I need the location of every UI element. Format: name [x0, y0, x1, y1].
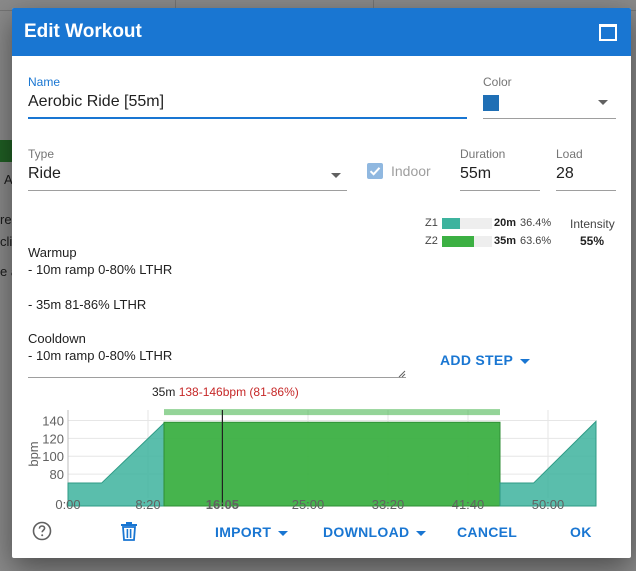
zone-name: Z1	[425, 217, 438, 229]
indoor-checkbox[interactable]	[367, 163, 383, 179]
trash-icon[interactable]	[120, 521, 138, 541]
edit-workout-dialog: Edit Workout Name Aerobic Ride [55m] Col…	[12, 8, 631, 558]
checkmark-icon	[369, 167, 381, 176]
y-tick-label: 120	[42, 431, 64, 446]
dialog-title: Edit Workout	[24, 21, 142, 42]
zone-duration: 35m	[494, 235, 517, 247]
workout-line: Warmup	[28, 245, 77, 260]
x-tick-label: 25:00	[292, 497, 325, 510]
name-underline	[28, 117, 467, 119]
x-tick-label: 50:00	[532, 497, 565, 510]
x-tick-label: 41:40	[452, 497, 485, 510]
load-input[interactable]: 28	[556, 165, 574, 183]
import-button[interactable]: IMPORT	[215, 524, 289, 540]
x-tick-label: 8:20	[135, 497, 160, 510]
workout-textarea[interactable]: Warmup - 10m ramp 0-80% LTHR - 35m 81-86…	[28, 244, 406, 364]
chevron-down-icon	[278, 530, 289, 536]
zone-fill	[442, 218, 461, 229]
download-label: DOWNLOAD	[323, 524, 410, 540]
x-tick-label: 33:20	[372, 497, 405, 510]
zone-bar	[442, 218, 492, 229]
indoor-label: Indoor	[391, 163, 431, 179]
workout-line: Cooldown	[28, 330, 86, 346]
y-axis-title: bpm	[26, 441, 41, 466]
chevron-down-icon	[520, 358, 531, 364]
y-tick-label: 140	[42, 413, 64, 428]
duration-label: Duration	[460, 147, 506, 161]
workout-line	[28, 278, 406, 295]
y-tick-label: 100	[42, 449, 64, 464]
zone-fill	[442, 236, 474, 247]
add-step-label: ADD STEP	[440, 352, 514, 368]
resize-handle-icon[interactable]	[398, 370, 406, 378]
type-label: Type	[28, 147, 55, 161]
warmup-segment	[67, 421, 165, 507]
zone-percent: 36.4%	[520, 217, 552, 229]
name-label: Name	[28, 75, 61, 89]
ok-button[interactable]: OK	[570, 524, 592, 540]
cancel-button[interactable]: CANCEL	[457, 524, 517, 540]
main-segment	[163, 421, 501, 507]
chevron-down-icon	[416, 530, 427, 536]
intensity-label: Intensity	[570, 217, 615, 231]
import-label: IMPORT	[215, 524, 272, 540]
zone-percent: 63.6%	[520, 235, 552, 247]
workout-line: - 35m 81-86% LTHR	[28, 296, 147, 312]
help-icon[interactable]	[32, 521, 52, 541]
dialog-header: Edit Workout	[12, 8, 631, 56]
intensity-value: 55%	[580, 234, 605, 248]
x-tick-label: 16:05	[206, 497, 239, 510]
workout-chart[interactable]: bpm140 120 100 80 0:00 8:20 16:05 25:00 33:20 41:…	[12, 398, 631, 510]
workout-line: - 10m ramp 0-80% LTHR	[28, 262, 173, 278]
chevron-down-icon[interactable]	[331, 173, 341, 178]
name-input[interactable]: Aerobic Ride [55m]	[28, 93, 164, 111]
maximize-icon[interactable]	[599, 24, 617, 41]
chevron-down-icon[interactable]	[598, 100, 608, 105]
add-step-button[interactable]: ADD STEP	[440, 352, 531, 368]
type-select[interactable]: Ride	[28, 165, 61, 183]
zone-bar	[442, 236, 492, 247]
download-button[interactable]: DOWNLOAD	[323, 524, 427, 540]
y-tick-label: 80	[50, 467, 64, 482]
x-tick-label: 0:00	[55, 497, 80, 510]
hover-detail: 138-146bpm (81-86%)	[178, 385, 299, 399]
load-label: Load	[556, 147, 583, 161]
zone-duration: 20m	[494, 217, 517, 229]
color-select[interactable]	[483, 95, 499, 111]
color-label: Color	[483, 75, 512, 89]
chart-hover-readout: 35m 138-146bpm (81-86%)	[152, 385, 299, 399]
duration-input[interactable]: 55m	[460, 165, 491, 183]
hover-time: 35m	[152, 385, 176, 399]
zone-name: Z2	[425, 235, 438, 247]
workout-line	[28, 313, 406, 330]
workout-line: - 10m ramp 0-80% LTHR	[28, 348, 173, 364]
main-target-band	[164, 409, 500, 416]
